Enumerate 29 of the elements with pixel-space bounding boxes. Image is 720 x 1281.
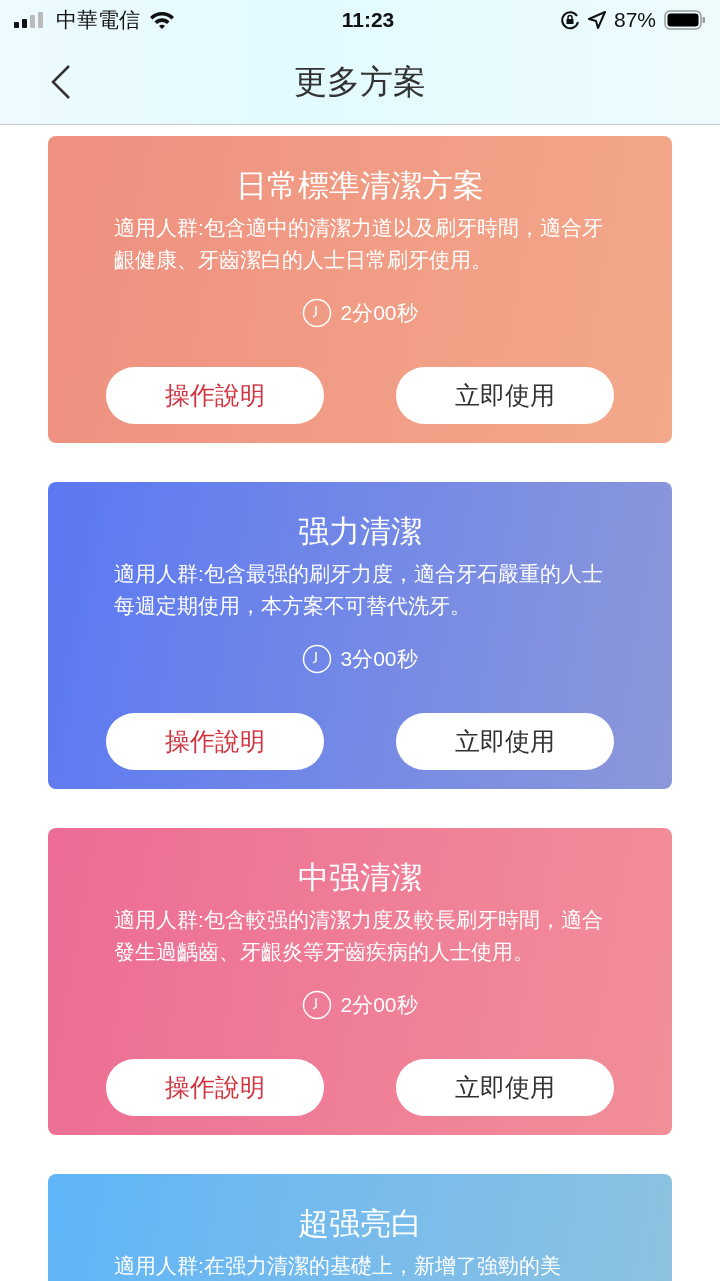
plan-description: 適用人群:包含適中的清潔力道以及刷牙時間，適合牙齦健康、牙齒潔白的人士日常刷牙使用。 (114, 215, 604, 273)
use-now-button[interactable]: 立即使用 (396, 1059, 614, 1116)
plan-description: 適用人群:在强力清潔的基礎上，新增了強勁的美 (114, 1253, 562, 1279)
clock-time: 11:23 (341, 7, 395, 34)
duration-text: 2分00秒 (340, 992, 418, 1018)
plan-title: 日常標準清潔方案 (236, 167, 484, 205)
instructions-button[interactable]: 操作說明 (106, 713, 324, 770)
plan-description: 適用人群:包含較强的清潔力度及較長刷牙時間，適合發生過齲齒、牙齦炎等牙齒疾病的人士使用。 (114, 907, 604, 965)
clock-icon (302, 989, 333, 1020)
carrier-name: 中華電信 (56, 7, 140, 34)
duration-text: 2分00秒 (340, 300, 418, 326)
duration-text: 3分00秒 (340, 646, 418, 672)
plan-title: 超强亮白 (298, 1205, 422, 1243)
instructions-button[interactable]: 操作說明 (106, 367, 324, 424)
back-icon[interactable] (50, 64, 72, 100)
wifi-icon (148, 10, 176, 30)
page-title: 更多方案 (294, 62, 426, 103)
clock-icon (302, 297, 333, 328)
battery-icon (664, 10, 706, 30)
plan-description: 適用人群:包含最强的刷牙力度，適合牙石嚴重的人士每週定期使用，本方案不可替代洗牙。 (114, 561, 604, 619)
instructions-button[interactable]: 操作說明 (106, 1059, 324, 1116)
use-now-button[interactable]: 立即使用 (396, 367, 614, 424)
clock-icon (302, 643, 333, 674)
plan-title: 中强清潔 (298, 859, 422, 897)
plan-title: 强力清潔 (298, 513, 422, 551)
location-arrow-icon (587, 11, 606, 29)
use-now-button[interactable]: 立即使用 (396, 713, 614, 770)
battery-percent: 87% (613, 7, 656, 34)
rotation-lock-icon (559, 10, 580, 30)
